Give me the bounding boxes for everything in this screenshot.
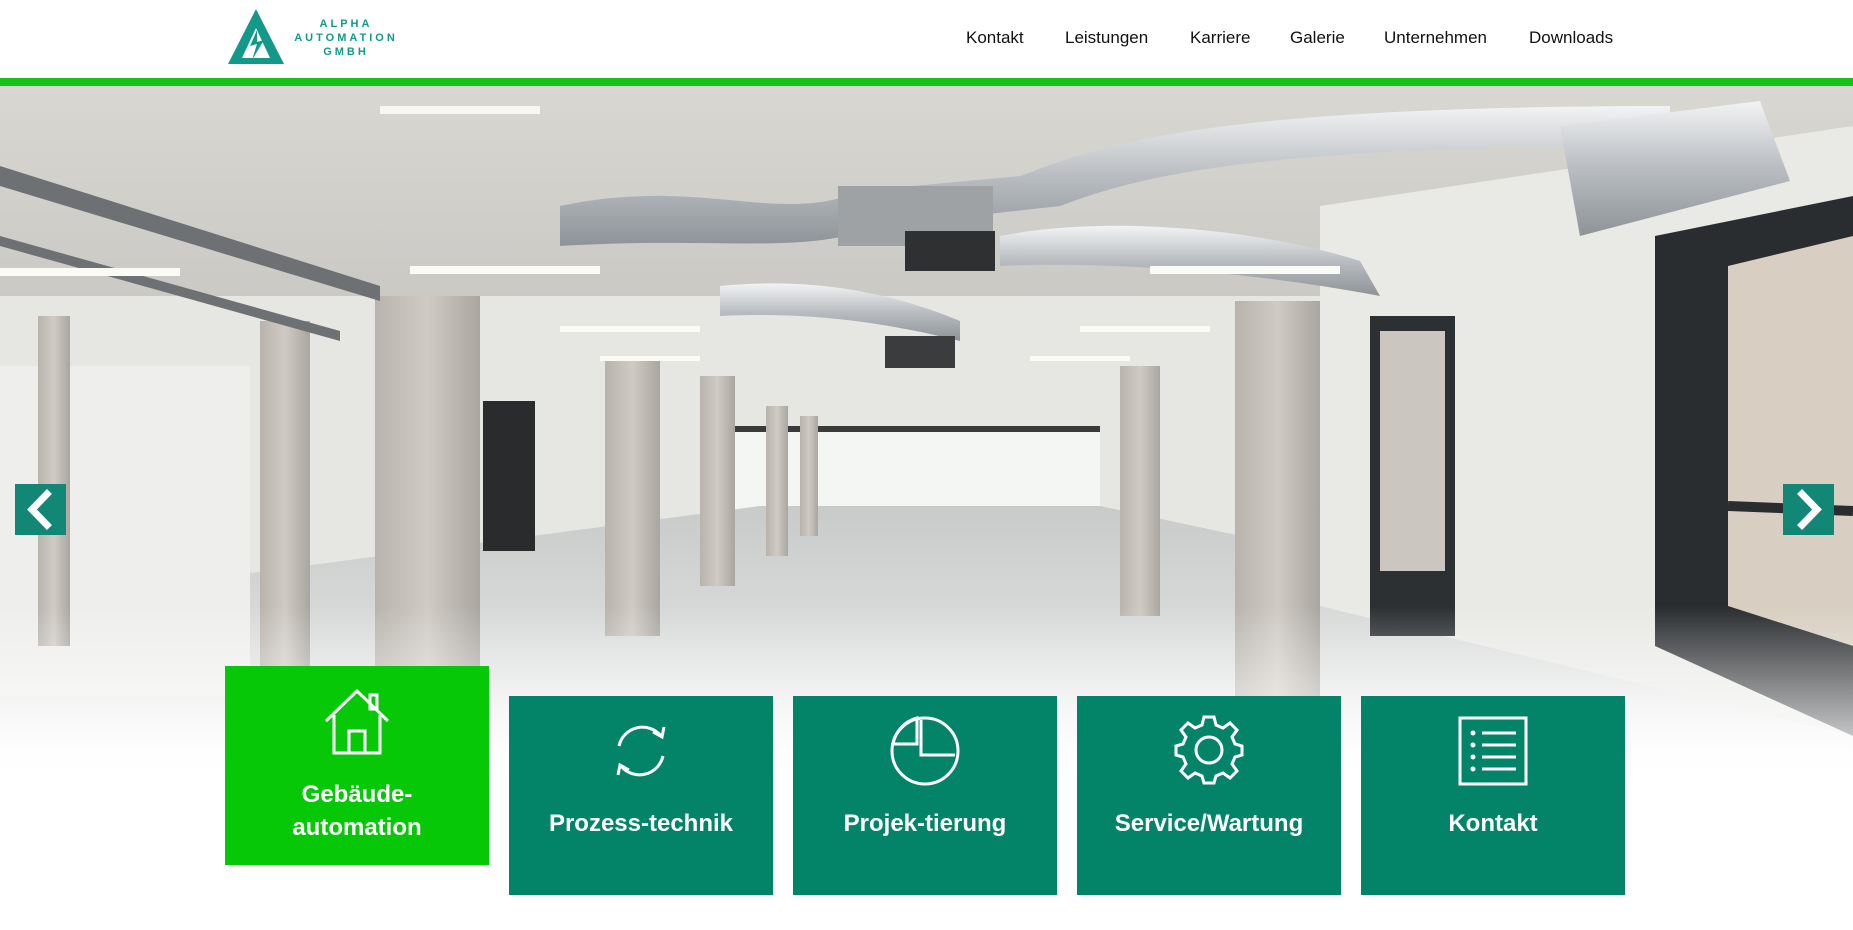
nav-item-leistungen[interactable]: Leistungen	[1065, 28, 1148, 48]
tile-label: Gebäude- automation	[225, 778, 489, 844]
tile-label-line-2: automation	[292, 814, 422, 841]
tile-label-line-1: Gebäude-	[301, 781, 413, 808]
tile-label: Projek-tierung	[843, 810, 1007, 837]
nav-item-downloads[interactable]: Downloads	[1529, 28, 1613, 48]
header-accent-bar	[0, 78, 1853, 86]
tile-gebaeudeautomation[interactable]: Gebäude- automation	[225, 666, 489, 865]
site-header: ALPHA AUTOMATION GMBH Kontakt Leistungen…	[0, 0, 1853, 78]
tile-label: Kontakt	[1448, 810, 1538, 837]
chevron-right-icon	[1797, 489, 1822, 530]
nav-item-karriere[interactable]: Karriere	[1190, 28, 1250, 48]
slider-next-button[interactable]	[1783, 484, 1834, 535]
tile-label: Prozess-technik	[548, 810, 734, 837]
list-icon	[1458, 716, 1528, 786]
tile-label: Service/Wartung	[1114, 810, 1304, 837]
main-nav: Kontakt Leistungen Karriere Galerie Unte…	[0, 28, 1853, 50]
slider-prev-button[interactable]	[15, 484, 66, 535]
tile-projektierung[interactable]: Projek-tierung	[793, 696, 1057, 895]
refresh-cycle-icon	[616, 725, 666, 777]
gear-icon	[1174, 715, 1244, 785]
pie-chart-icon	[890, 716, 960, 786]
house-icon	[324, 689, 390, 755]
nav-item-galerie[interactable]: Galerie	[1290, 28, 1345, 48]
tile-kontakt[interactable]: Kontakt	[1361, 696, 1625, 895]
tile-prozesstechnik[interactable]: Prozess-technik	[509, 696, 773, 895]
chevron-left-icon	[27, 489, 52, 530]
nav-item-kontakt[interactable]: Kontakt	[966, 28, 1024, 48]
nav-item-unternehmen[interactable]: Unternehmen	[1384, 28, 1487, 48]
tile-service-wartung[interactable]: Service/Wartung	[1077, 696, 1341, 895]
